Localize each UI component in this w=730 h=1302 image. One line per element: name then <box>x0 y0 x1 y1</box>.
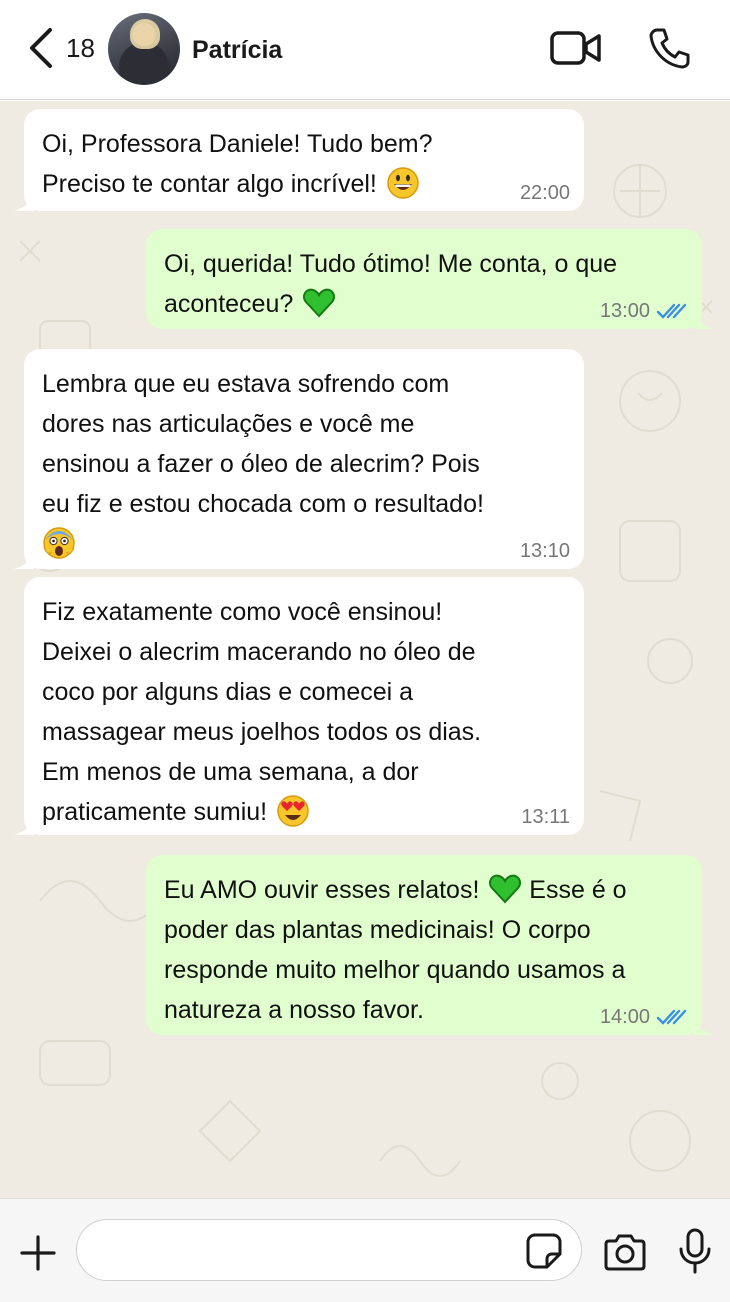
chevron-left-icon <box>30 28 52 68</box>
contact-name[interactable]: Patrícia <box>192 36 282 65</box>
message-text: coco por alguns dias e comecei a <box>42 678 414 706</box>
message-time: 14:00 <box>599 1006 650 1028</box>
double-check-read-icon <box>656 303 687 319</box>
bubble-tail <box>14 819 34 835</box>
video-call-icon[interactable] <box>550 30 602 66</box>
message-meta: 13:00 <box>600 299 688 323</box>
message-text: Preciso te contar algo incrível! <box>42 164 566 204</box>
message-text: Fiz exatamente como você ensinou! <box>42 598 443 626</box>
message-meta: 22:00 <box>520 181 570 205</box>
message-meta: 13:11 <box>521 805 570 829</box>
message-meta: 14:00 <box>600 1005 688 1029</box>
heart-eyes-emoji-icon <box>277 795 309 828</box>
message-text: Oi, querida! Tudo ótimo! Me conta, o que <box>164 250 618 278</box>
green-heart-emoji-icon <box>489 875 522 904</box>
green-heart-emoji-icon <box>303 289 336 318</box>
chat-area[interactable]: Oi, Professora Daniele! Tudo bem? Precis… <box>0 101 730 1198</box>
message-text: dores nas articulações e você me <box>42 410 415 438</box>
message-incoming[interactable]: Lembra que eu estava sofrendo com dores … <box>14 349 584 569</box>
message-input-container[interactable] <box>76 1219 582 1281</box>
plus-icon[interactable] <box>18 1233 58 1273</box>
message-input[interactable] <box>95 1228 515 1272</box>
message-text: Eu AMO ouvir esses relatos! Esse é o <box>164 870 684 910</box>
sticker-icon[interactable] <box>525 1232 563 1270</box>
message-text: responde muito melhor quando usamos a <box>164 956 626 984</box>
message-text: massagear meus joelhos todos os dias. <box>42 718 482 746</box>
double-check-read-icon <box>656 1009 687 1025</box>
bubble-tail <box>694 1019 714 1035</box>
message-text: Em menos de uma semana, a dor <box>42 758 419 786</box>
camera-icon[interactable] <box>602 1232 648 1272</box>
message-time: 13:11 <box>521 806 570 828</box>
message-text: eu fiz e estou chocada com o resultado! <box>42 490 484 518</box>
message-meta: 13:10 <box>520 539 570 563</box>
unread-count: 18 <box>66 32 95 63</box>
message-outgoing[interactable]: Eu AMO ouvir esses relatos! Esse é o pod… <box>146 855 714 1035</box>
bubble-tail <box>694 313 714 329</box>
message-composer <box>0 1198 730 1302</box>
message-outgoing[interactable]: Oi, querida! Tudo ótimo! Me conta, o que… <box>146 229 714 329</box>
message-text: Oi, Professora Daniele! Tudo bem? <box>42 130 433 158</box>
message-text: Deixei o alecrim macerando no óleo de <box>42 638 476 666</box>
message-text: ensinou a fazer o óleo de alecrim? Pois <box>42 450 480 478</box>
message-text: praticamente sumiu! <box>42 792 566 832</box>
message-text: Lembra que eu estava sofrendo com <box>42 370 450 398</box>
message-time: 22:00 <box>519 182 570 204</box>
message-text: poder das plantas medicinais! O corpo <box>164 916 591 944</box>
face-screaming-in-fear-emoji-icon <box>43 527 75 560</box>
bubble-tail <box>14 553 34 569</box>
microphone-icon[interactable] <box>676 1227 714 1275</box>
message-incoming[interactable]: Oi, Professora Daniele! Tudo bem? Precis… <box>14 109 584 211</box>
back-button[interactable]: 18 <box>26 24 106 72</box>
contact-avatar[interactable] <box>108 13 180 85</box>
chat-header: 18 Patrícia <box>0 0 730 100</box>
message-time: 13:00 <box>599 300 650 322</box>
voice-call-icon[interactable] <box>648 26 692 70</box>
message-time: 13:10 <box>519 540 570 562</box>
bubble-tail <box>14 195 34 211</box>
grinning-face-emoji-icon <box>387 167 419 200</box>
message-incoming[interactable]: Fiz exatamente como você ensinou! Deixei… <box>14 577 584 835</box>
